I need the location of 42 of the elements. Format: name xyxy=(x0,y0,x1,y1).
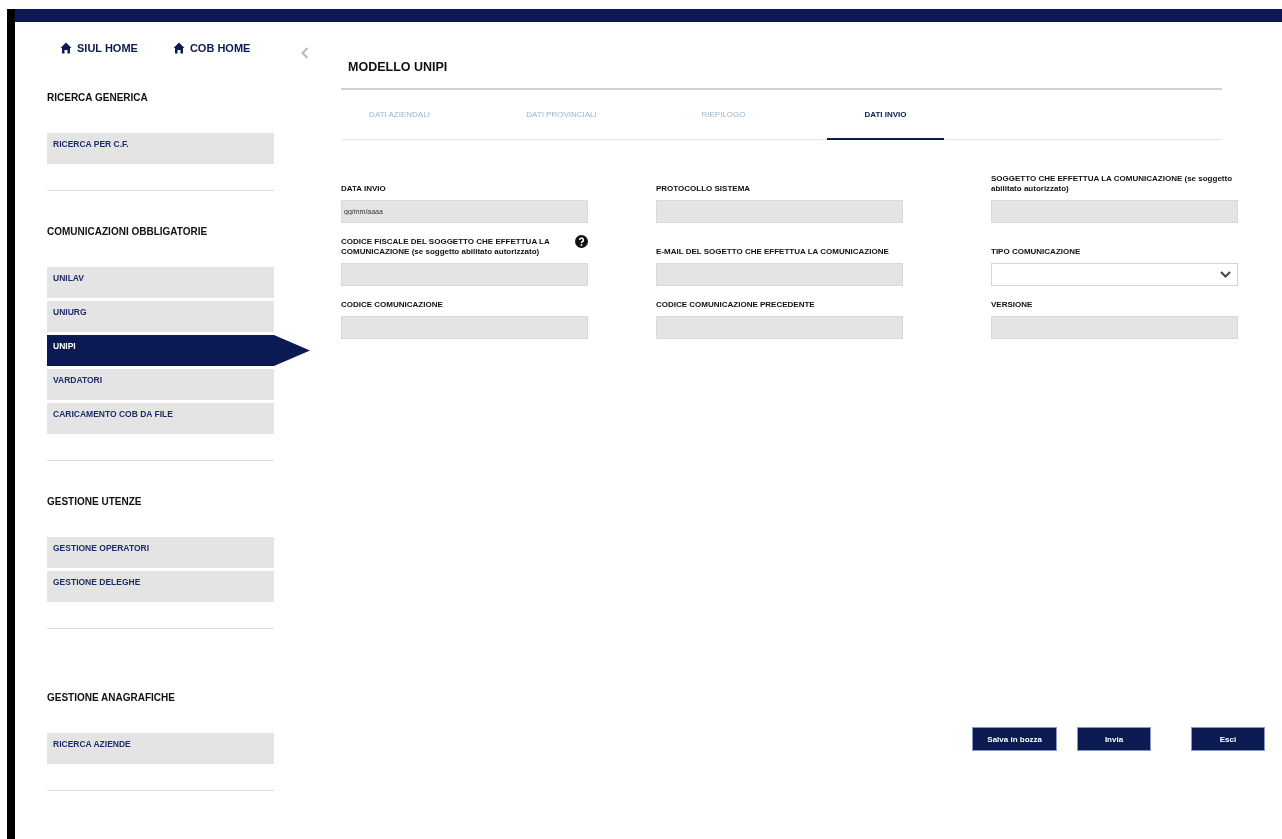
sidebar-item[interactable]: GESTIONE OPERATORI xyxy=(47,537,274,568)
input-field[interactable] xyxy=(341,263,588,286)
section-title: GESTIONE UTENZE xyxy=(47,496,143,507)
input-field[interactable] xyxy=(656,316,903,339)
input-field[interactable] xyxy=(656,200,903,223)
help-icon[interactable] xyxy=(575,235,588,248)
sidebar-item[interactable]: VARDATORI xyxy=(47,369,274,400)
field-label: DATA INVIO xyxy=(341,184,387,194)
field-label: CODICE FISCALE DEL SOGGETTO CHE EFFETTUA LA COMUNICAZIONE (se soggetto abilitato autorizzato) xyxy=(341,237,551,257)
section-title: GESTIONE ANAGRAFICHE xyxy=(47,692,176,703)
sidebar-item[interactable]: UNIPI xyxy=(47,335,310,366)
input-field[interactable] xyxy=(991,316,1238,339)
sidebar-item[interactable]: RICERCA AZIENDE xyxy=(47,733,274,764)
field-label: CODICE COMUNICAZIONE PRECEDENTE xyxy=(656,300,816,310)
home-icon xyxy=(172,42,185,54)
sidebar-item[interactable]: UNIURG xyxy=(47,301,274,332)
sidebar-item[interactable]: CARICAMENTO COB DA FILE xyxy=(47,403,274,434)
action-button[interactable]: Invia xyxy=(1077,727,1151,751)
sidebar-item[interactable]: UNILAV xyxy=(47,267,274,298)
input-field[interactable] xyxy=(991,200,1238,223)
sidebar-item[interactable]: RICERCA PER C.F. xyxy=(47,133,274,164)
home-icon xyxy=(60,42,72,54)
field-label: SOGGETTO CHE EFFETTUA LA COMUNICAZIONE (se soggetto abilitato autorizzato) xyxy=(991,174,1234,194)
dropdown-field[interactable] xyxy=(991,263,1238,286)
field-label: VERSIONE xyxy=(991,300,1034,310)
section-title: RICERCA GENERICA xyxy=(47,92,149,103)
chevron-left-icon[interactable] xyxy=(301,47,309,59)
field-label: CODICE COMUNICAZIONE xyxy=(341,300,444,310)
field-label: E-MAIL DEL SOGETTO CHE EFFETTUA LA COMUNICAZIONE xyxy=(656,247,890,257)
section-title: COMUNICAZIONI OBBLIGATORIE xyxy=(47,226,209,237)
tab[interactable]: DATI INVIO xyxy=(827,90,944,140)
home-link[interactable]: SIUL HOME xyxy=(60,42,138,54)
input-field[interactable] xyxy=(656,263,903,286)
home-link[interactable]: COB HOME xyxy=(172,42,251,54)
field-label: PROTOCOLLO SISTEMA xyxy=(656,184,752,194)
field-label: TIPO COMUNICAZIONE xyxy=(991,247,1082,257)
action-button[interactable]: Salva in bozza xyxy=(972,727,1057,751)
page-title: MODELLO UNIPI xyxy=(348,60,449,74)
input-field[interactable] xyxy=(341,316,588,339)
action-button[interactable]: Esci xyxy=(1191,727,1265,751)
chevron-down-icon xyxy=(1220,271,1231,278)
sidebar-item[interactable]: GESTIONE DELEGHE xyxy=(47,571,274,602)
